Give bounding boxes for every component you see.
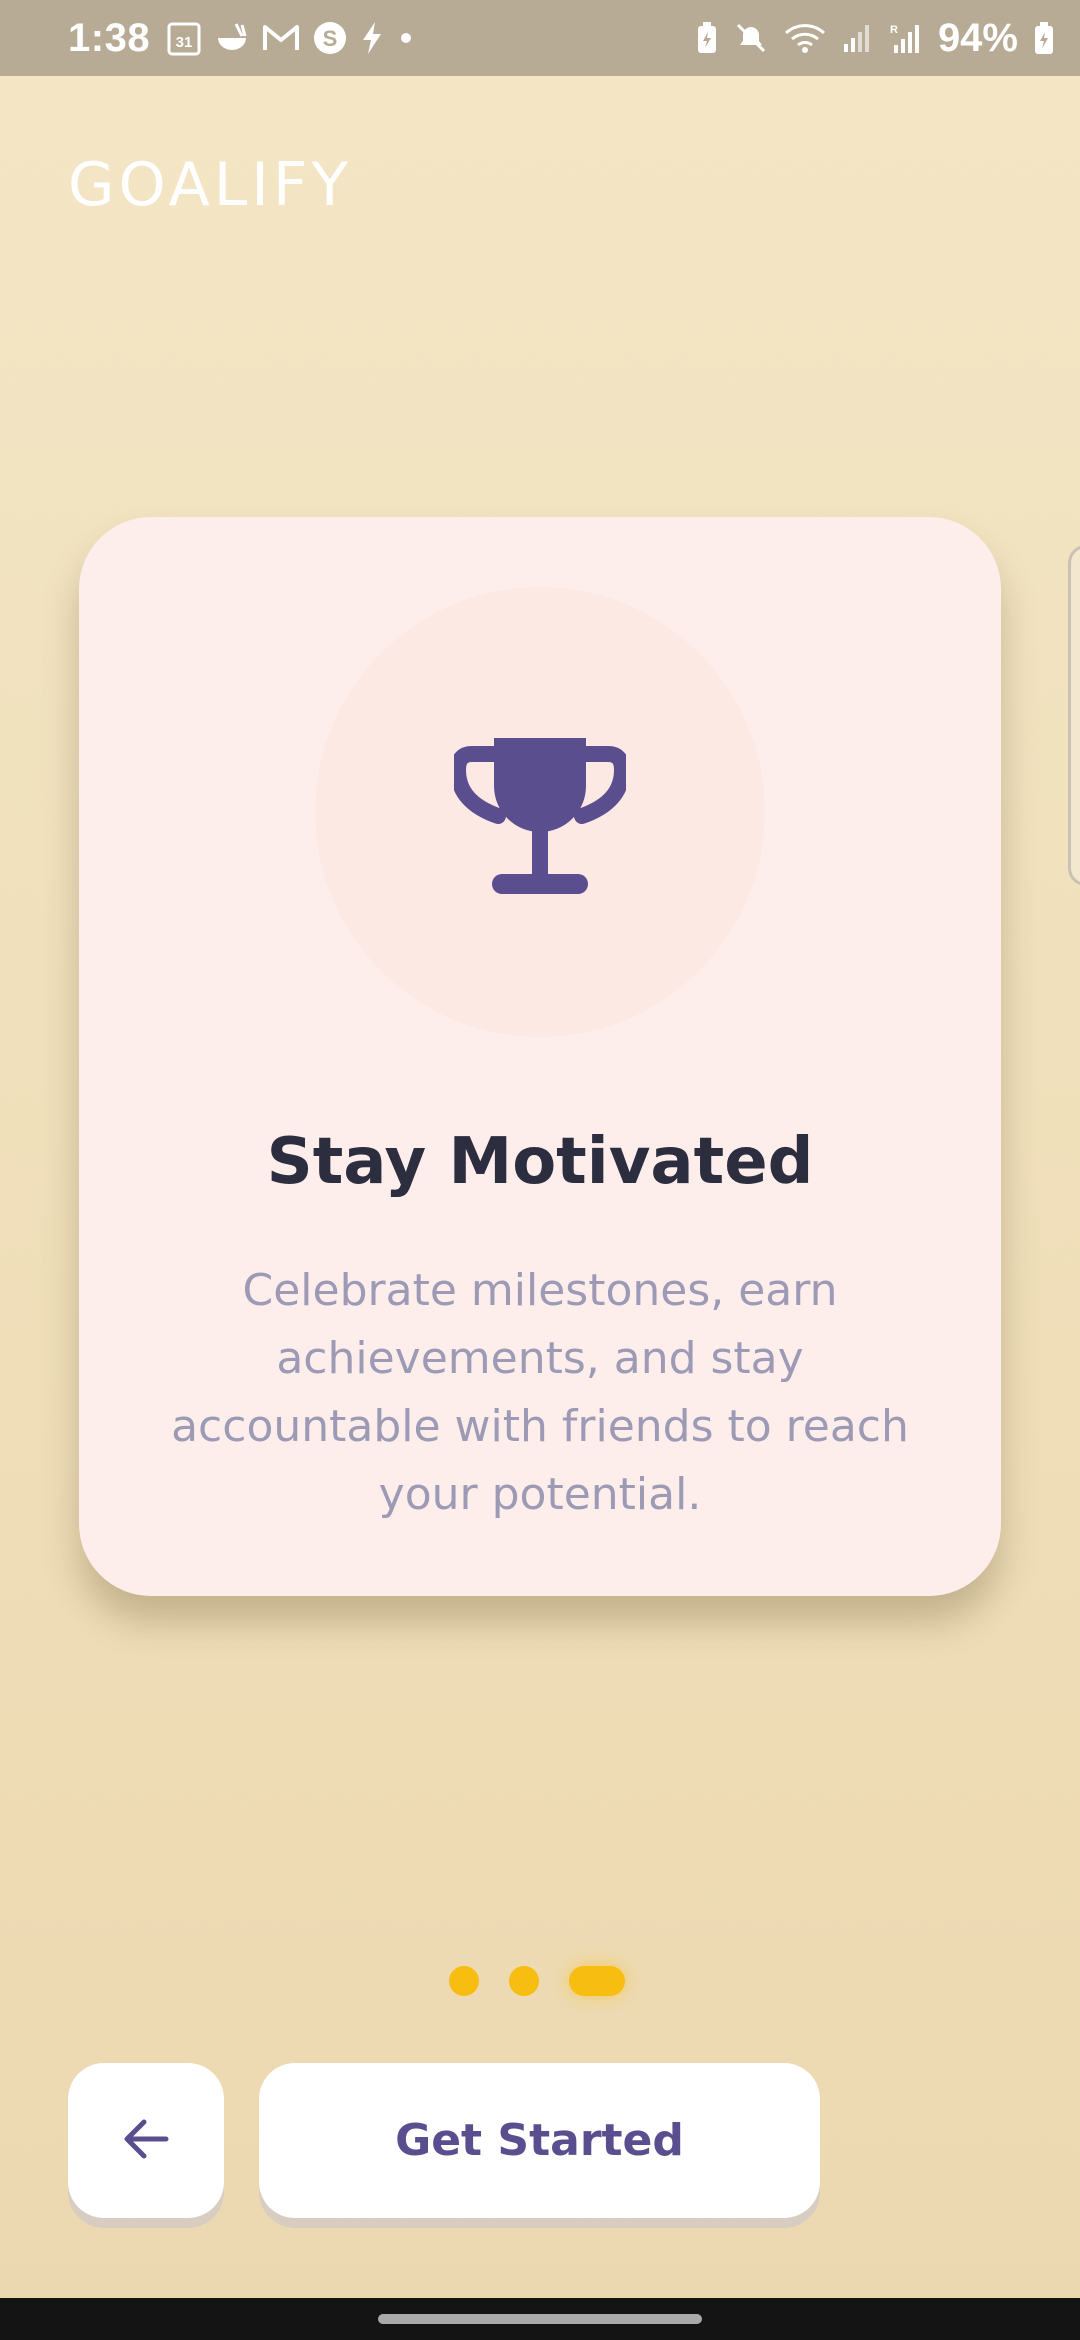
page-dot-1	[449, 1966, 479, 1996]
page-dot-3-active	[569, 1966, 625, 1996]
battery-icon	[1034, 21, 1054, 55]
svg-text:R: R	[890, 24, 898, 36]
wifi-icon	[784, 21, 826, 55]
signal-icon	[842, 22, 872, 54]
status-bar-left: 1:38 31 S	[68, 0, 416, 76]
s-app-icon: S	[312, 20, 348, 56]
home-handle[interactable]	[378, 2314, 702, 2324]
gmail-icon	[262, 23, 300, 53]
arrow-left-icon	[120, 2113, 172, 2169]
calendar-day: 31	[176, 34, 193, 51]
icon-circle	[315, 587, 765, 1037]
battery-percent: 94%	[937, 15, 1018, 60]
page-dot-2	[509, 1966, 539, 1996]
svg-text:S: S	[323, 26, 338, 51]
calendar-icon: 31	[166, 19, 202, 57]
app-title: GOALIFY	[68, 150, 352, 220]
mute-icon	[734, 21, 768, 55]
signal-roaming-icon: R	[888, 21, 922, 55]
trophy-icon	[449, 724, 631, 900]
status-bar-right: R 94%	[696, 0, 1054, 76]
card-description: Celebrate milestones, earn achievements,…	[171, 1265, 909, 1520]
card-title: Stay Motivated	[266, 1125, 814, 1199]
dot-icon	[396, 28, 416, 48]
get-started-label: Get Started	[395, 2115, 684, 2166]
onboarding-card: Stay Motivated Celebrate milestones, ear…	[79, 517, 1001, 1596]
noodle-bowl-icon	[214, 20, 250, 56]
get-started-button[interactable]: Get Started	[259, 2063, 820, 2218]
flash-icon	[360, 20, 384, 56]
status-time: 1:38	[68, 15, 151, 60]
page-indicator	[449, 1966, 625, 1996]
battery-saver-icon	[696, 21, 718, 55]
back-button[interactable]	[68, 2063, 224, 2218]
next-card-peek[interactable]	[1068, 545, 1080, 886]
status-bar: 1:38 31 S R 94%	[0, 0, 1080, 76]
system-nav-bar	[0, 2298, 1080, 2340]
